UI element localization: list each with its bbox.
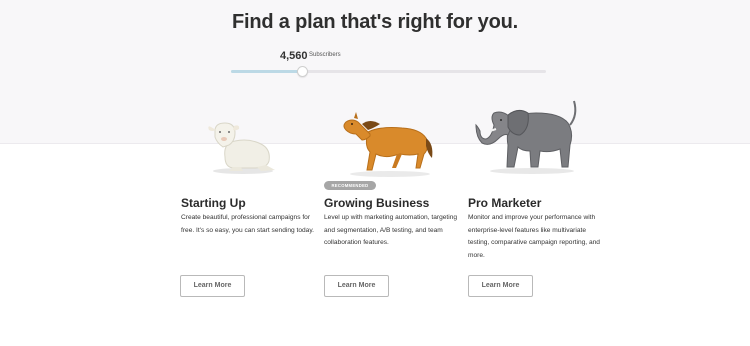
horse-illustration bbox=[343, 112, 433, 177]
plan-description-growing-business: Level up with marketing automation, targ… bbox=[324, 214, 458, 246]
plan-description-pro-marketer: Monitor and improve your performance wit… bbox=[468, 214, 600, 259]
elephant-illustration bbox=[475, 100, 577, 174]
plan-title-pro-marketer: Pro Marketer bbox=[468, 196, 542, 210]
plan-title-starting-up: Starting Up bbox=[181, 196, 246, 210]
subscriber-unit-label: Subscribers bbox=[309, 52, 341, 58]
plan-title-growing-business: Growing Business bbox=[324, 196, 430, 210]
slider-handle[interactable] bbox=[297, 66, 308, 77]
slider-fill bbox=[231, 70, 304, 73]
sheep-illustration bbox=[208, 122, 275, 174]
subscriber-slider[interactable] bbox=[231, 70, 546, 73]
page-title: Find a plan that's right for you. bbox=[232, 11, 518, 33]
learn-more-pro-marketer-button[interactable]: Learn More bbox=[468, 275, 533, 297]
recommended-badge: RECOMMENDED bbox=[324, 181, 376, 190]
learn-more-starting-up-button[interactable]: Learn More bbox=[180, 275, 245, 297]
subscriber-count: 4,560 bbox=[280, 50, 308, 62]
learn-more-growing-business-button[interactable]: Learn More bbox=[324, 275, 389, 297]
plan-description-starting-up: Create beautiful, professional campaigns… bbox=[181, 214, 314, 234]
